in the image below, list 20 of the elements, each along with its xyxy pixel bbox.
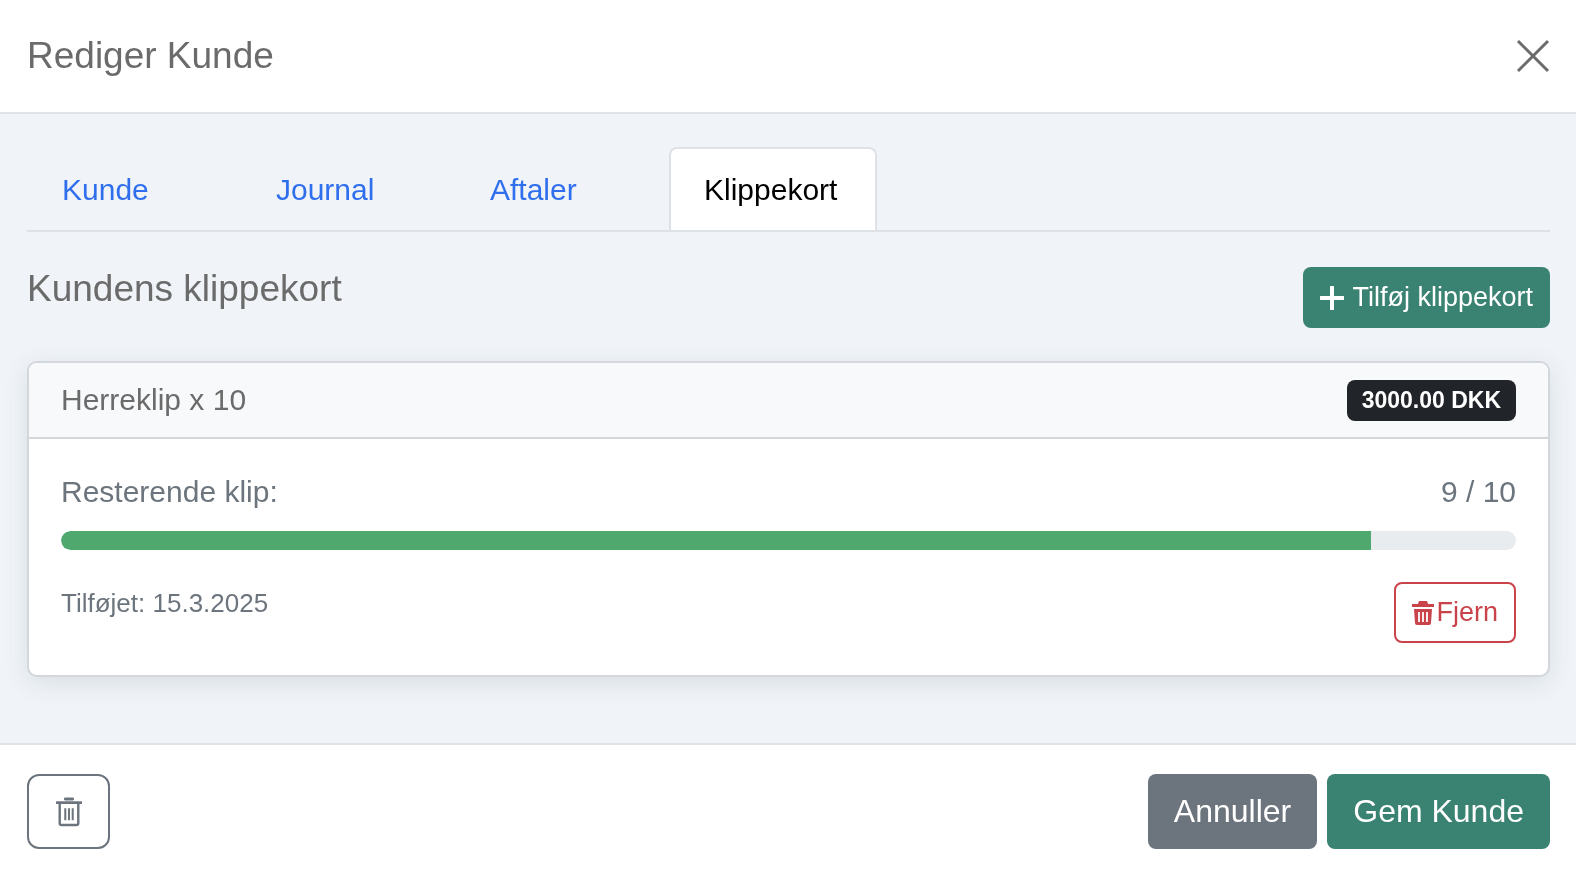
card-title: Herreklip x 10 bbox=[61, 383, 247, 417]
remaining-label: Resterende klip: bbox=[61, 475, 278, 509]
add-punch-card-button[interactable]: Tilføj klippekort bbox=[1303, 267, 1550, 328]
price-badge: 3000.00 DKK bbox=[1346, 379, 1516, 421]
added-date: Tilføjet: 15.3.2025 bbox=[61, 588, 269, 619]
save-button[interactable]: Gem Kunde bbox=[1327, 774, 1550, 849]
trash-icon bbox=[1412, 600, 1435, 625]
trash-icon bbox=[55, 796, 82, 827]
close-icon[interactable] bbox=[1516, 39, 1550, 73]
section-title: Kundens klippekort bbox=[27, 267, 342, 311]
tab[interactable]: Journal bbox=[241, 147, 451, 230]
cancel-button[interactable]: Annuller bbox=[1147, 774, 1318, 849]
tab[interactable]: Aftaler bbox=[455, 147, 665, 230]
remaining-count: 9 / 10 bbox=[1440, 475, 1516, 509]
remove-button[interactable]: Fjern bbox=[1394, 582, 1516, 643]
delete-button[interactable] bbox=[27, 774, 110, 849]
dialog-title: Rediger Kunde bbox=[27, 35, 274, 77]
tab[interactable]: Klippekort bbox=[669, 147, 877, 230]
tab[interactable]: Kunde bbox=[27, 147, 237, 230]
plus-icon bbox=[1320, 285, 1345, 310]
